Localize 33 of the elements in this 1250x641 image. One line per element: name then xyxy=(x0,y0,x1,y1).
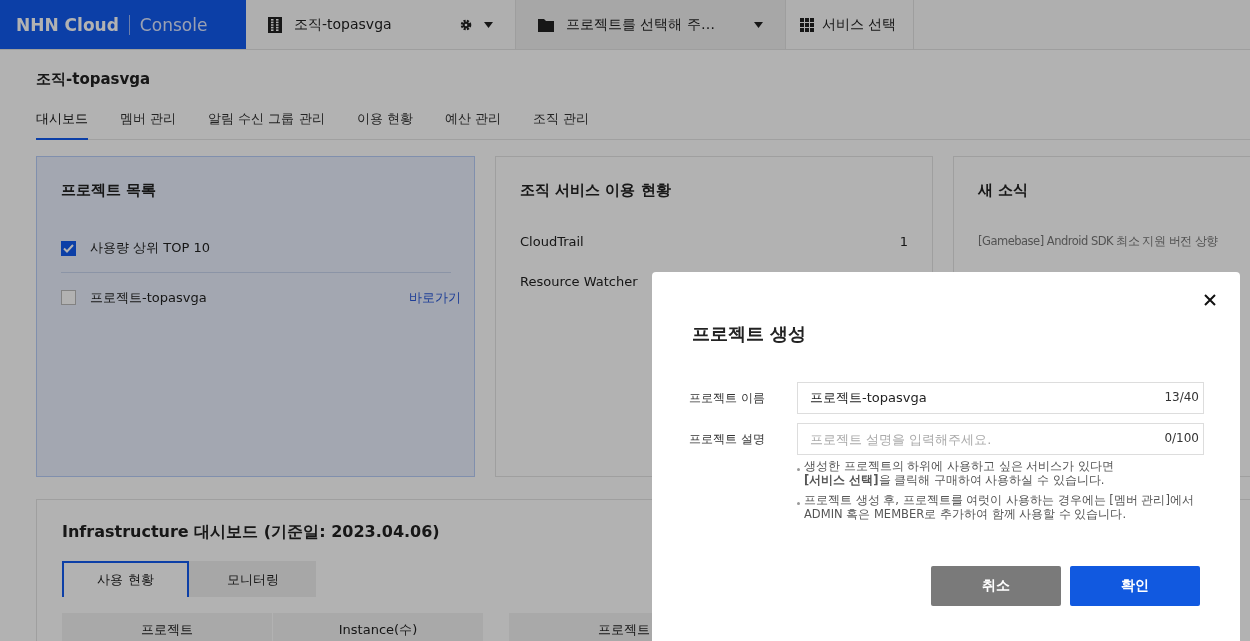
tab[interactable]: 사용 현황 xyxy=(62,561,189,597)
field-label: 프로젝트 설명 xyxy=(689,430,766,448)
card-title: 조직 서비스 이용 현황 xyxy=(520,181,672,200)
go-link[interactable]: 바로가기 xyxy=(409,288,461,307)
card-title: Infrastructure 대시보드 (기준일: 2023.04.06) xyxy=(62,522,441,543)
dialog-title: 프로젝트 생성 xyxy=(692,322,808,346)
page-title: 조직-topasvga xyxy=(36,70,152,90)
project-menu[interactable]: 프로젝트를 선택해 주… xyxy=(516,0,786,49)
service-count: 1 xyxy=(899,234,908,251)
service-name: Resource Watcher xyxy=(520,274,638,291)
news-item[interactable]: [Gamebase] Android SDK 최소 지원 버전 상향 xyxy=(978,234,1248,249)
tab[interactable]: 조직 관리 xyxy=(532,108,589,140)
tab[interactable]: 멤버 관리 xyxy=(120,108,177,140)
tab[interactable]: 대시보드 xyxy=(36,108,88,140)
confirm-button[interactable]: 확인 xyxy=(1070,566,1200,606)
help-text: 생성한 프로젝트의 하위에 사용하고 싶은 서비스가 있다면 [서비스 선택]을 클릭해 구매하여 사용하실 수 있습니다. xyxy=(804,459,1114,487)
help-text: 프로젝트 생성 후, 프로젝트를 여럿이 사용하는 경우에는 [멤버 관리]에서 ADMIN 혹은 MEMBER로 추가하여 함께 사용할 수 있습니다. xyxy=(804,493,1194,521)
tab[interactable]: 알림 수신 그룹 관리 xyxy=(208,108,325,140)
project-label: 프로젝트-topasvga xyxy=(90,288,208,307)
logo[interactable]: NHN Cloud Console xyxy=(0,0,246,49)
tab[interactable]: 이용 현황 xyxy=(356,108,413,140)
service-name: CloudTrail xyxy=(520,234,584,251)
column-header: Instance(수) xyxy=(273,613,484,641)
field-label: 프로젝트 이름 xyxy=(689,389,766,407)
tab[interactable]: 예산 관리 xyxy=(444,108,501,140)
card-title: 새 소식 xyxy=(978,181,1030,200)
column-header: 프로젝트 xyxy=(62,613,273,641)
card-title: 프로젝트 목록 xyxy=(61,181,158,200)
cancel-button[interactable]: 취소 xyxy=(931,566,1061,606)
character-counter: 0/100 xyxy=(1164,431,1199,445)
character-counter: 13/40 xyxy=(1164,390,1199,404)
project-label: 사용량 상위 TOP 10 xyxy=(90,239,211,257)
tab[interactable]: 모니터링 xyxy=(189,561,316,597)
